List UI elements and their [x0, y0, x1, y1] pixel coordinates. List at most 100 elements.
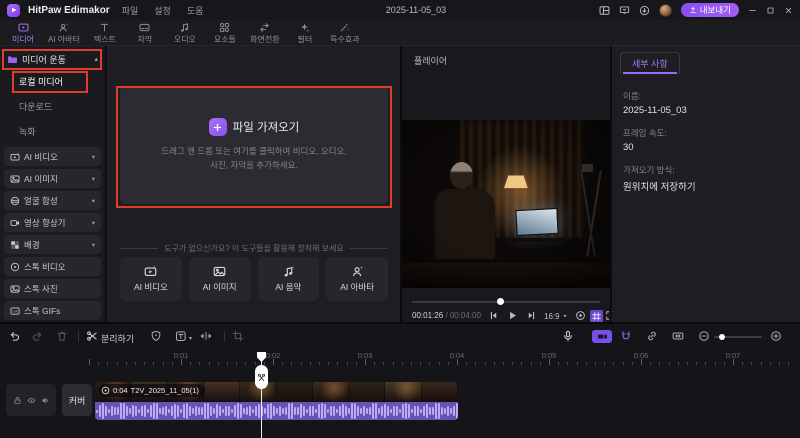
undo-button[interactable] [8, 330, 20, 342]
thumbnail-cell [312, 382, 350, 402]
caret-down-icon[interactable]: ▾ [92, 197, 95, 205]
tab-details[interactable]: 세부 사항 [620, 52, 680, 74]
minimize-button[interactable] [748, 6, 757, 15]
fit-timeline-button[interactable] [672, 330, 684, 342]
tab-ai-avatar[interactable]: AI 아바타 [43, 20, 85, 45]
caret-down-icon[interactable]: ▾ [92, 241, 95, 249]
collapse-caret-icon[interactable]: ▴ [94, 55, 98, 63]
menu-help[interactable]: 도움 [183, 4, 208, 17]
marker-button[interactable] [150, 330, 162, 342]
waveform-bar [255, 405, 257, 417]
waveform-bar [204, 403, 206, 419]
ai-tool-ai-video[interactable]: AI 비디오 [120, 257, 182, 301]
split-icon[interactable] [86, 330, 98, 342]
sidebar-item-2[interactable]: 녹화 [0, 119, 105, 144]
waveform-bar [162, 406, 164, 416]
cover-button[interactable]: 커버 [62, 384, 92, 416]
delete-button[interactable] [56, 330, 68, 342]
zoom-out-button[interactable] [698, 330, 710, 342]
ruler-tick [355, 362, 357, 365]
sidebar-group-ai-video[interactable]: AI 비디오 ▾ [4, 147, 101, 166]
plus-icon[interactable] [208, 118, 227, 137]
split-button[interactable]: 분리하기 [101, 332, 134, 345]
effects-icon [339, 22, 350, 33]
sidebar-group-stock-photo[interactable]: 스톡 사진 [4, 279, 101, 298]
crop-button[interactable] [232, 330, 244, 342]
snapshot-button[interactable] [575, 310, 586, 321]
record-voiceover-button[interactable] [562, 330, 574, 342]
redo-button[interactable] [32, 330, 44, 342]
tab-transition[interactable]: 화면전환 [245, 20, 285, 45]
video-preview[interactable] [402, 120, 610, 288]
mute-icon[interactable] [41, 396, 50, 405]
text-tool-button[interactable] [175, 330, 187, 342]
tab-media[interactable]: 미디어 [3, 20, 43, 45]
caret-down-icon[interactable]: ▾ [92, 153, 95, 161]
sidebar-group-ai-image[interactable]: AI 이미지 ▾ [4, 169, 101, 188]
sidebar-group-background[interactable]: 배경 ▾ [4, 235, 101, 254]
visibility-icon[interactable] [27, 396, 36, 405]
playback-slider[interactable] [412, 298, 600, 305]
sidebar-group-enhancer[interactable]: 영상 향상기 ▾ [4, 213, 101, 232]
aspect-ratio-select[interactable]: 16:9 [544, 312, 568, 321]
download-icon[interactable] [639, 5, 650, 16]
waveform-bar [156, 403, 158, 419]
waveform-bar [207, 403, 209, 419]
link-toggle-button[interactable] [646, 330, 658, 342]
tab-effects[interactable]: 특수효과 [325, 20, 365, 45]
ai-tool-ai-music[interactable]: AI 음악 [257, 257, 320, 301]
snap-toggle-button[interactable] [620, 330, 632, 342]
ruler-tick [401, 362, 403, 365]
waveform-bar [387, 405, 389, 417]
timeline-zoom-handle[interactable] [719, 333, 725, 340]
face-swap-icon [10, 196, 20, 206]
sidebar-item-0[interactable]: 로컬 미디어 [0, 69, 105, 94]
play-button[interactable] [507, 310, 518, 321]
ai-video-icon [144, 265, 157, 278]
ruler-tick [319, 362, 320, 365]
feedback-icon[interactable] [619, 5, 630, 16]
lock-icon[interactable] [13, 396, 22, 405]
next-frame-button[interactable] [526, 310, 537, 321]
menu-settings[interactable]: 설정 [150, 4, 175, 17]
sidebar-group-face-swap[interactable]: 얼굴 합성 ▾ [4, 191, 101, 210]
tab-elements[interactable]: 요소들 [205, 20, 245, 45]
sidebar-group-stock-gif[interactable]: GIF 스톡 GIFs [4, 301, 101, 320]
caret-down-icon[interactable]: ▾ [92, 219, 95, 227]
waveform-bar [228, 405, 230, 417]
sidebar-group-label: AI 비디오 [24, 151, 58, 162]
main-track-toggle[interactable] [592, 330, 612, 343]
tab-audio[interactable]: 오디오 [165, 20, 205, 45]
zoom-in-button[interactable] [770, 330, 782, 342]
ai-tool-ai-avatar[interactable]: AI 아바타 [326, 257, 388, 301]
previous-frame-button[interactable] [488, 310, 499, 321]
tab-text[interactable]: 텍스트 [85, 20, 125, 45]
maximize-button[interactable] [766, 6, 775, 15]
ai-tool-ai-image[interactable]: AI 이미지 [188, 257, 251, 301]
waveform-bar [315, 409, 317, 413]
waveform-bar [399, 408, 401, 414]
import-dropzone[interactable]: 파일 가져오기 드래그 앤 드롭 또는 여기를 클릭하여 비디오, 오디오, 사… [120, 86, 388, 204]
media-sidebar: 미디어 운동 ▴ 로컬 미디어 다운로드 녹화 AI 비디오 ▾ AI 이미지 ▾ 얼굴 합… [0, 46, 106, 322]
menu-file[interactable]: 파일 [118, 4, 143, 17]
media-panel: 파일 가져오기 드래그 앤 드롭 또는 여기를 클릭하여 비디오, 오디오, 사… [107, 46, 400, 322]
sidebar-item-1[interactable]: 다운로드 [0, 94, 105, 119]
ruler-tick [135, 362, 136, 365]
timeline-clip[interactable]: 0:04 T2V_2025_11_05(1) [95, 382, 458, 420]
caret-down-icon[interactable]: ▾ [92, 175, 95, 183]
export-button[interactable]: 내보내기 [680, 3, 739, 17]
timeline-ruler[interactable]: 0:01 0:02 0:03 0:04 0:05 0:06 0:07 [0, 350, 800, 366]
playback-slider-handle[interactable] [497, 298, 505, 305]
tab-label: 화면전환 [250, 34, 280, 44]
ruler-tick [438, 362, 440, 365]
delete-gap-button[interactable] [200, 330, 212, 342]
timeline-zoom-slider[interactable] [714, 333, 762, 340]
sidebar-section-media[interactable]: 미디어 운동 ▴ [0, 49, 105, 69]
sidebar-group-stock-video[interactable]: 스톡 비디오 [4, 257, 101, 276]
tab-filter[interactable]: 필터 [285, 20, 325, 45]
avatar[interactable] [658, 3, 672, 17]
close-button[interactable] [784, 6, 793, 15]
layout-icon[interactable] [599, 5, 610, 16]
tab-subtitle[interactable]: 자막 [125, 20, 165, 45]
sidebar-group-label: 스톡 비디오 [24, 261, 66, 272]
